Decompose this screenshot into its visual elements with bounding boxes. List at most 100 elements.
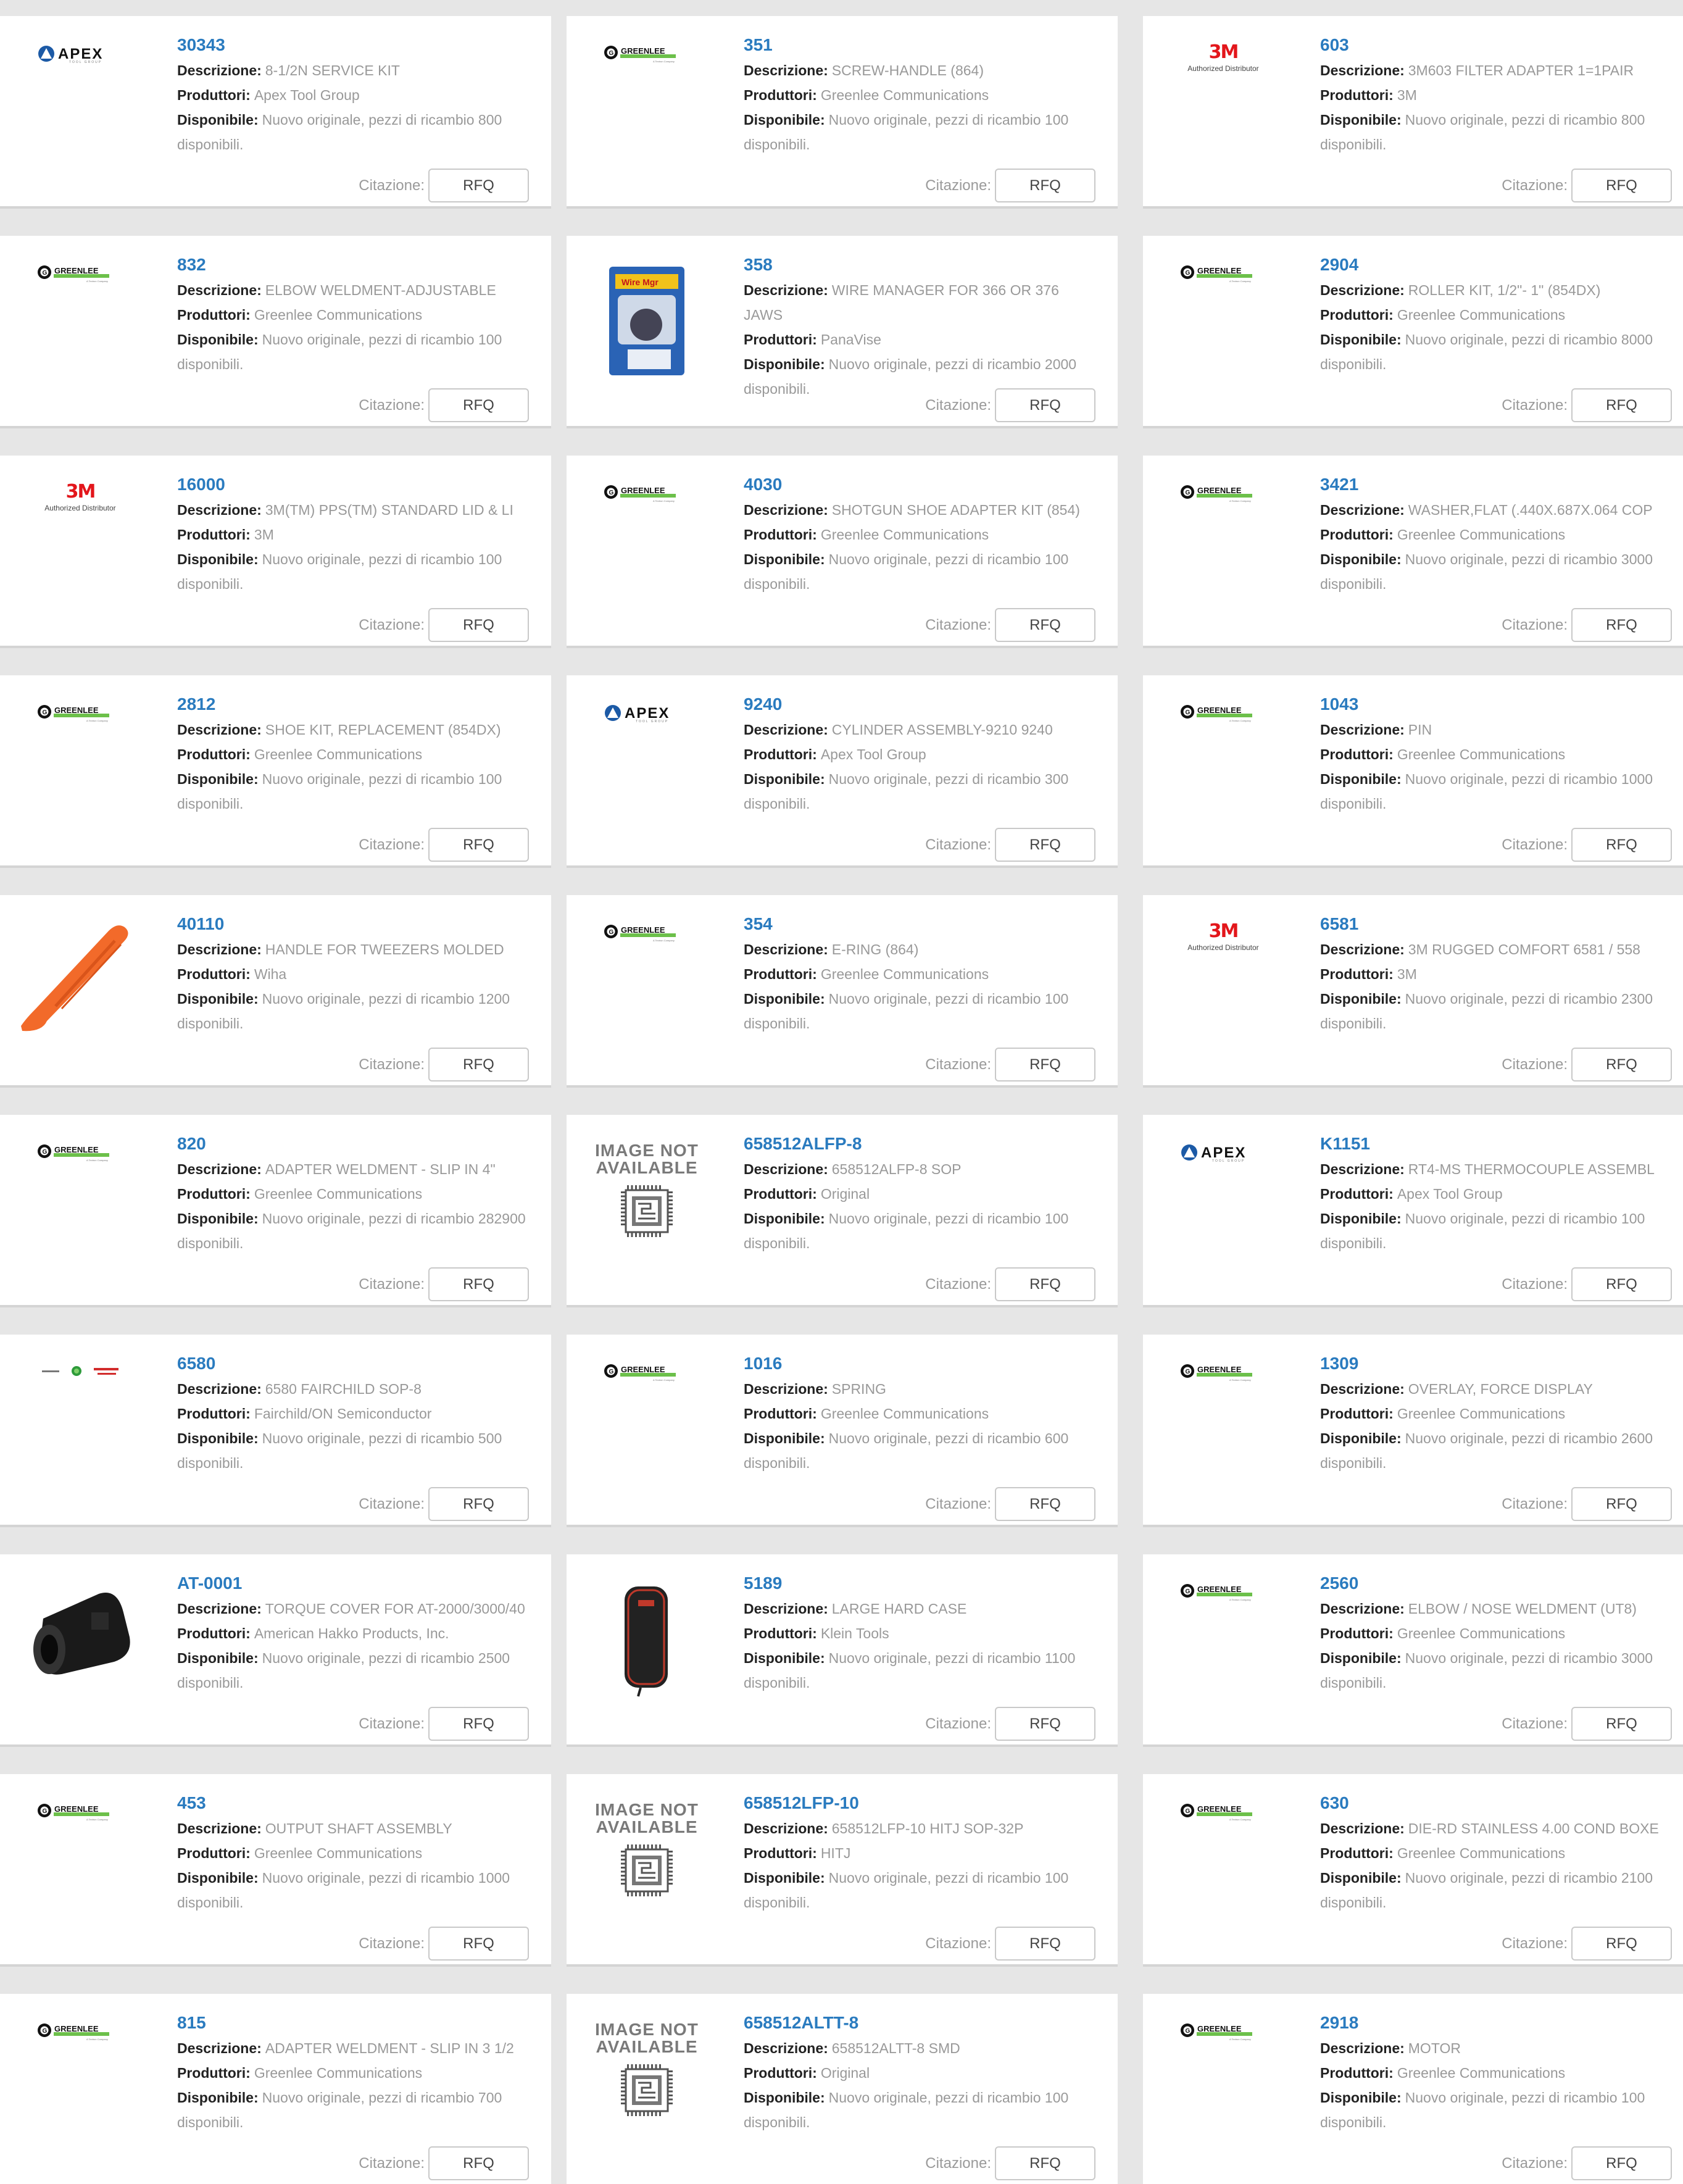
product-image[interactable] [15,1351,146,1468]
part-number-link[interactable]: 603 [1320,35,1683,56]
rfq-button[interactable]: RFQ [428,1487,529,1521]
product-image[interactable] [15,1570,146,1688]
product-image[interactable] [581,1570,712,1697]
svg-text:GREENLEE: GREENLEE [54,2024,99,2033]
quote-label: Citazione: [925,396,991,414]
rfq-button[interactable]: RFQ [995,1487,1095,1521]
3m-logo: 3M Authorized Distributor [1187,920,1259,952]
part-number-link[interactable]: 2918 [1320,2012,1683,2033]
rfq-button[interactable]: RFQ [428,1048,529,1082]
product-image[interactable]: Wire Mgr [581,252,712,375]
product-image[interactable]: G GREENLEE A Textron Company [1158,691,1289,809]
part-number-link[interactable]: 6581 [1320,914,1683,935]
product-image[interactable]: IMAGE NOT AVAILABLE [581,1790,712,1907]
part-number-link[interactable]: 820 [177,1133,551,1154]
rfq-button[interactable]: RFQ [1571,1487,1672,1521]
product-image[interactable]: G GREENLEE A Textron Company [581,32,712,149]
part-number-link[interactable]: 30343 [177,35,551,56]
rfq-button[interactable]: RFQ [428,1267,529,1301]
part-number-link[interactable]: 5189 [744,1573,1118,1594]
product-image[interactable]: G GREENLEE A Textron Company [15,691,146,809]
part-number-link[interactable]: 9240 [744,694,1118,715]
product-card: 5189 Descrizione: LARGE HARD CASE Produtt… [567,1554,1118,1744]
part-number-link[interactable]: 658512LFP-10 [744,1793,1118,1814]
rfq-button[interactable]: RFQ [995,608,1095,642]
availability-row: Disponibile: Nuovo originale, pezzi di ri… [1320,771,1653,812]
rfq-button[interactable]: RFQ [1571,2146,1672,2180]
part-number-link[interactable]: 40110 [177,914,551,935]
part-number-link[interactable]: 351 [744,35,1118,56]
rfq-button[interactable]: RFQ [1571,608,1672,642]
part-number-link[interactable]: 1309 [1320,1353,1683,1374]
rfq-button[interactable]: RFQ [1571,1927,1672,1961]
part-number-link[interactable]: 1043 [1320,694,1683,715]
quote-label: Citazione: [359,2154,425,2172]
product-image[interactable]: G GREENLEE A Textron Company [581,911,712,1028]
part-number-link[interactable]: K1151 [1320,1133,1683,1154]
product-image[interactable]: G GREENLEE A Textron Company [1158,1790,1289,1907]
product-image[interactable] [15,911,146,1032]
product-image[interactable]: APEX TOOL GROUP [1158,1131,1289,1248]
rfq-button[interactable]: RFQ [1571,169,1672,202]
rfq-button[interactable]: RFQ [428,169,529,202]
rfq-button[interactable]: RFQ [1571,1267,1672,1301]
part-number-link[interactable]: 1016 [744,1353,1118,1374]
part-number-link[interactable]: 630 [1320,1793,1683,1814]
part-number-link[interactable]: AT-0001 [177,1573,551,1594]
description-row: Descrizione: 658512LFP-10 HITJ SOP-32P [744,1820,1024,1836]
product-image[interactable]: G GREENLEE A Textron Company [15,1790,146,1907]
rfq-button[interactable]: RFQ [428,608,529,642]
product-image[interactable]: G GREENLEE A Textron Company [581,472,712,589]
rfq-button[interactable]: RFQ [1571,388,1672,422]
product-image[interactable]: G GREENLEE A Textron Company [1158,1351,1289,1468]
manufacturer-row: Produttori: American Hakko Products, Inc. [177,1625,449,1641]
rfq-button[interactable]: RFQ [995,1927,1095,1961]
product-card: G GREENLEE A Textron Company 1016 Descri… [567,1335,1118,1525]
part-number-link[interactable]: 658512ALFP-8 [744,1133,1118,1154]
rfq-button[interactable]: RFQ [995,169,1095,202]
product-image[interactable]: G GREENLEE A Textron Company [1158,252,1289,369]
part-number-link[interactable]: 4030 [744,474,1118,495]
rfq-button[interactable]: RFQ [1571,828,1672,862]
part-number-link[interactable]: 2904 [1320,254,1683,275]
product-image[interactable]: 3M Authorized Distributor [1158,911,1289,1028]
product-image[interactable]: G GREENLEE A Textron Company [1158,1570,1289,1688]
part-number-link[interactable]: 2812 [177,694,551,715]
part-number-link[interactable]: 358 [744,254,1118,275]
rfq-button[interactable]: RFQ [428,1707,529,1741]
rfq-button[interactable]: RFQ [428,828,529,862]
product-image[interactable]: G GREENLEE A Textron Company [1158,2010,1289,2127]
part-number-link[interactable]: 453 [177,1793,551,1814]
rfq-button[interactable]: RFQ [995,2146,1095,2180]
product-image[interactable]: IMAGE NOT AVAILABLE [581,1131,712,1248]
part-number-link[interactable]: 2560 [1320,1573,1683,1594]
part-number-link[interactable]: 658512ALTT-8 [744,2012,1118,2033]
rfq-button[interactable]: RFQ [1571,1048,1672,1082]
part-number-link[interactable]: 354 [744,914,1118,935]
rfq-button[interactable]: RFQ [995,388,1095,422]
product-image[interactable]: G GREENLEE A Textron Company [581,1351,712,1468]
product-image[interactable]: G GREENLEE A Textron Company [15,2010,146,2127]
product-image[interactable]: G GREENLEE A Textron Company [15,1131,146,1248]
product-image[interactable]: APEX TOOL GROUP [15,32,146,149]
part-number-link[interactable]: 3421 [1320,474,1683,495]
product-image[interactable]: 3M Authorized Distributor [1158,32,1289,149]
rfq-button[interactable]: RFQ [428,388,529,422]
rfq-button[interactable]: RFQ [428,1927,529,1961]
rfq-button[interactable]: RFQ [995,1707,1095,1741]
part-number-link[interactable]: 832 [177,254,551,275]
rfq-button[interactable]: RFQ [1571,1707,1672,1741]
part-number-link[interactable]: 16000 [177,474,551,495]
rfq-button[interactable]: RFQ [995,828,1095,862]
product-image[interactable]: G GREENLEE A Textron Company [1158,472,1289,589]
part-number-link[interactable]: 6580 [177,1353,551,1374]
product-image[interactable]: IMAGE NOT AVAILABLE [581,2010,712,2127]
rfq-button[interactable]: RFQ [995,1048,1095,1082]
product-card: G GREENLEE A Textron Company 2812 Descri… [0,675,551,865]
product-image[interactable]: 3M Authorized Distributor [15,472,146,589]
rfq-button[interactable]: RFQ [995,1267,1095,1301]
product-image[interactable]: APEX TOOL GROUP [581,691,712,809]
product-image[interactable]: G GREENLEE A Textron Company [15,252,146,369]
part-number-link[interactable]: 815 [177,2012,551,2033]
rfq-button[interactable]: RFQ [428,2146,529,2180]
